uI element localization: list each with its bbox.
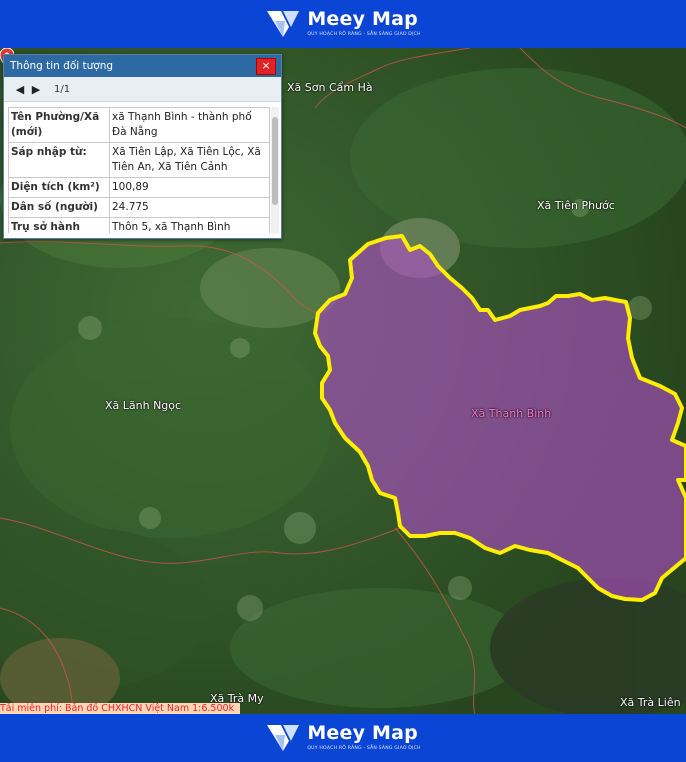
- brand-logo[interactable]: Meey Map QUY HOẠCH RÕ RÀNG - SẴN SÀNG GI…: [265, 7, 420, 41]
- label-son-cam-ha: Xã Sơn Cẩm Hà: [287, 81, 373, 94]
- attr-key: Trụ sở hành chính (mới): [8, 217, 110, 233]
- top-banner: Meey Map QUY HOẠCH RÕ RÀNG - SẴN SÀNG GI…: [0, 0, 686, 48]
- attr-value: 100,89: [109, 177, 270, 198]
- table-row: Sáp nhập từ: Xã Tiên Lập, Xã Tiên Lộc, X…: [8, 142, 270, 178]
- attr-value: Xã Tiên Lập, Xã Tiên Lộc, Xã Tiên An, Xã…: [109, 142, 270, 178]
- popup-header: Thông tin đối tượng ×: [4, 55, 281, 77]
- label-tra-lien: Xã Trà Liên: [620, 696, 681, 709]
- attr-key: Tên Phường/Xã (mới): [8, 107, 110, 143]
- bottom-banner: Meey Map QUY HOẠCH RÕ RÀNG - SẴN SÀNG GI…: [0, 714, 686, 762]
- brand-logo-bottom[interactable]: Meey Map QUY HOẠCH RÕ RÀNG - SẴN SÀNG GI…: [265, 721, 420, 755]
- brand-tagline: QUY HOẠCH RÕ RÀNG - SẴN SÀNG GIAO DỊCH: [307, 32, 421, 38]
- table-row: Diện tích (km²) 100,89: [8, 177, 270, 198]
- disclaimer-link[interactable]: Tải miễn phí: Bản đồ CHXHCN Việt Nam 1:6…: [0, 703, 240, 714]
- attr-key: Sáp nhập từ:: [8, 142, 110, 178]
- label-tien-phuoc: Xã Tiên Phước: [537, 199, 615, 212]
- attr-key: Dân số (người): [8, 197, 110, 218]
- popup-body: Tên Phường/Xã (mới) xã Thạnh Bình - thàn…: [8, 107, 270, 233]
- attr-value: xã Thạnh Bình - thành phố Đà Nẵng: [109, 107, 270, 143]
- label-thanh-binh: Xã Thạnh Bình: [471, 407, 552, 420]
- brand-name: Meey Map: [307, 722, 418, 745]
- table-row: Dân số (người) 24.775: [8, 197, 270, 218]
- table-row: Tên Phường/Xã (mới) xã Thạnh Bình - thàn…: [8, 107, 270, 143]
- popup-title: Thông tin đối tượng: [10, 60, 114, 72]
- table-row: Trụ sở hành chính (mới) Thôn 5, xã Thạnh…: [8, 217, 270, 233]
- prev-arrow-icon[interactable]: ◀: [14, 83, 26, 96]
- brand-tagline: QUY HOẠCH RÕ RÀNG - SẴN SÀNG GIAO DỊCH: [307, 746, 421, 752]
- next-arrow-icon[interactable]: ▶: [30, 83, 42, 96]
- brand-name: Meey Map: [307, 8, 418, 31]
- meey-logo-icon: [267, 725, 300, 751]
- meey-logo-icon: [267, 11, 300, 37]
- attribute-table: Tên Phường/Xã (mới) xã Thạnh Bình - thàn…: [8, 107, 270, 233]
- pager-count: 1/1: [54, 83, 71, 95]
- close-button[interactable]: ×: [256, 58, 276, 75]
- attr-value: 24.775: [109, 197, 270, 218]
- popup-pager: ◀ ▶ 1/1: [4, 77, 281, 102]
- label-lanh-ngoc: Xã Lãnh Ngọc: [105, 399, 182, 412]
- popup-scrollbar[interactable]: [271, 107, 279, 233]
- info-popup: Thông tin đối tượng × ◀ ▶ 1/1 Tên Phường…: [3, 54, 282, 239]
- attr-value: Thôn 5, xã Thạnh Bình: [109, 217, 270, 233]
- scrollbar-thumb[interactable]: [272, 117, 278, 205]
- attr-key: Diện tích (km²): [8, 177, 110, 198]
